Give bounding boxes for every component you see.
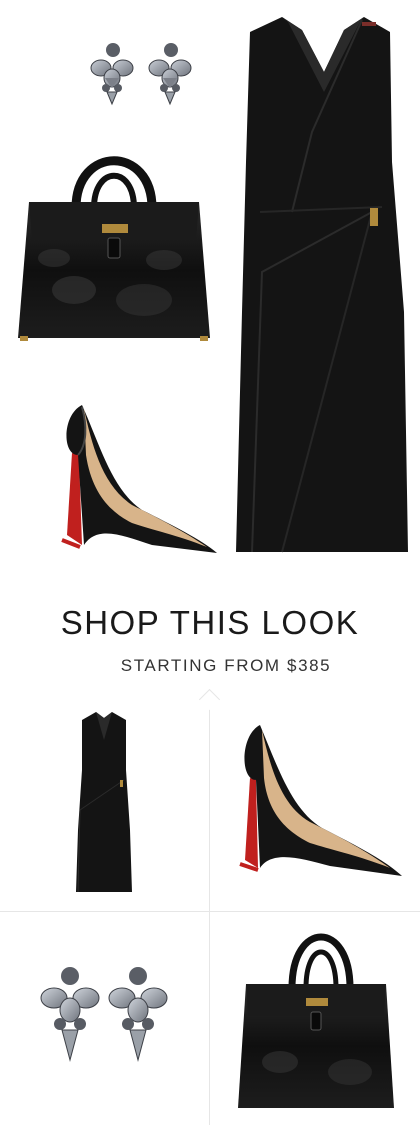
heels-icon — [61, 405, 217, 553]
outfit-collage — [0, 0, 420, 600]
heels-icon — [239, 725, 402, 876]
product-tile-heels[interactable] — [210, 700, 420, 912]
earrings-image[interactable] — [85, 38, 200, 108]
heels-image[interactable] — [42, 395, 222, 560]
dress-icon — [76, 712, 132, 893]
page-title: SHOP THIS LOOK — [60, 604, 360, 641]
handbag-icon — [18, 156, 210, 341]
starting-price-subtitle: STARTING FROM $385 — [120, 656, 332, 675]
product-tile-earrings[interactable] — [0, 912, 210, 1124]
handbag-image[interactable] — [14, 140, 214, 345]
dress-icon — [236, 17, 408, 553]
product-tile-handbag[interactable] — [210, 912, 420, 1124]
product-grid — [0, 688, 420, 1125]
product-tile-dress[interactable] — [0, 700, 210, 912]
handbag-icon — [238, 933, 394, 1108]
earrings-icon — [90, 43, 192, 106]
dress-image[interactable] — [232, 12, 412, 560]
earrings-icon — [40, 967, 168, 1062]
